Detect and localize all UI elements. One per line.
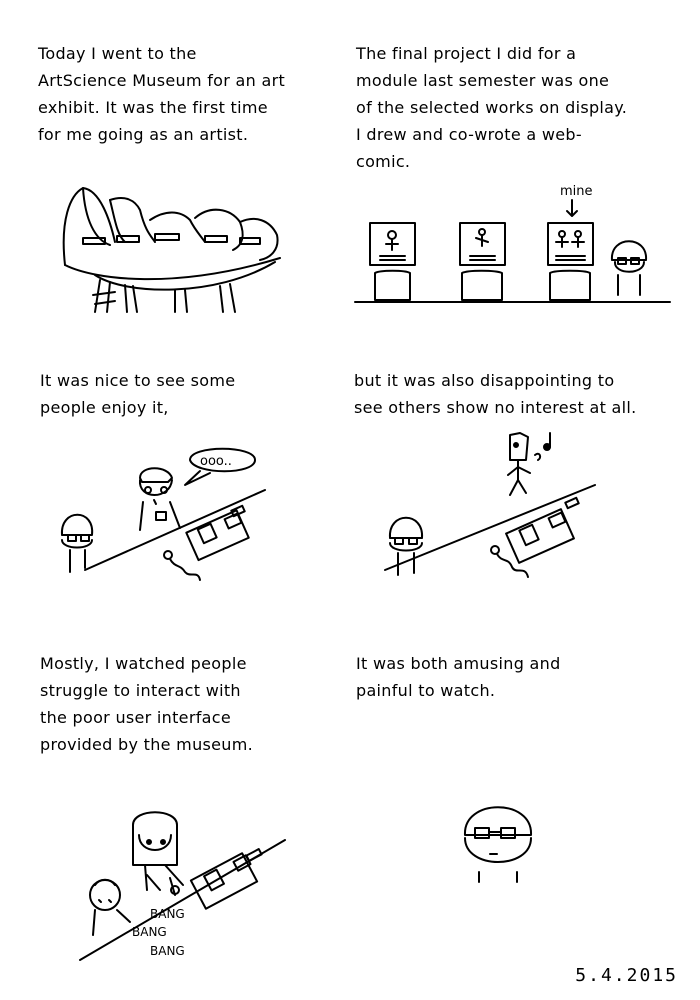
artist-face-drawing xyxy=(463,806,533,883)
panel-6-caption: It was both amusing and painful to watch… xyxy=(356,654,561,700)
date-stamp: 5.4.2015 xyxy=(575,965,678,986)
sfx-bang-2: BANG xyxy=(132,925,167,939)
panel-3-caption: It was nice to see some people enjoy it, xyxy=(40,371,236,417)
people-struggling-drawing: BANG BANG BANG xyxy=(79,811,286,961)
people-ignoring-drawing xyxy=(384,432,596,578)
people-enjoying-drawing: ooo.. xyxy=(60,447,266,581)
panel-5-caption: Mostly, I watched people struggle to int… xyxy=(40,654,254,754)
panel-2-caption: The final project I did for a module las… xyxy=(356,44,628,171)
speech-bubble-text: ooo.. xyxy=(200,454,232,469)
panel-1-caption: Today I went to the ArtScience Museum fo… xyxy=(38,44,286,144)
exhibition-display-drawing: mine xyxy=(354,184,671,303)
sfx-bang-3: BANG xyxy=(150,944,185,958)
panel-4-caption: but it was also disappointing to see oth… xyxy=(354,371,637,417)
mine-label: mine xyxy=(560,184,593,199)
sfx-bang-1: BANG xyxy=(150,907,185,921)
museum-building-drawing xyxy=(62,187,281,313)
